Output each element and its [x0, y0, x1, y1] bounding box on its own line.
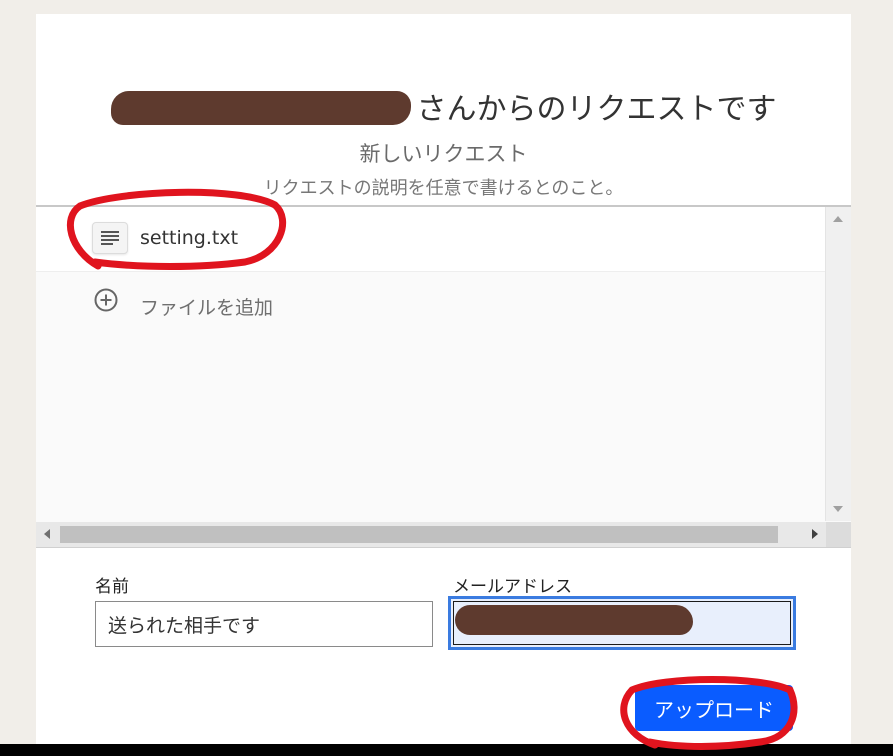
scroll-down-icon[interactable]: [833, 506, 843, 512]
redacted-email: [455, 605, 693, 635]
name-field[interactable]: [95, 601, 433, 647]
title-suffix: さんからのリクエストです: [416, 92, 777, 127]
file-item[interactable]: setting.txt: [36, 207, 826, 272]
text-file-icon: [92, 222, 128, 254]
horizontal-scrollbar[interactable]: [36, 522, 851, 547]
bottom-bar: [0, 744, 893, 756]
request-description: リクエストの説明を任意で書けるとのこと。: [263, 178, 624, 199]
add-file-button[interactable]: ファイルを追加: [36, 277, 826, 337]
add-file-label: ファイルを追加: [140, 297, 274, 319]
upload-button[interactable]: アップロード: [635, 685, 793, 731]
scroll-up-icon[interactable]: [833, 216, 843, 222]
scroll-left-icon[interactable]: [44, 529, 50, 539]
scroll-right-icon[interactable]: [812, 529, 818, 539]
email-label: メールアドレス: [453, 577, 572, 597]
file-name: setting.txt: [140, 227, 239, 249]
request-subtitle: 新しいリクエスト: [359, 142, 528, 166]
page-title: さんからのリクエストです: [36, 84, 851, 128]
plus-circle-icon: [94, 288, 118, 312]
name-label: 名前: [95, 577, 129, 597]
request-panel: さんからのリクエストです 新しいリクエスト リクエストの説明を任意で書けるとのこ…: [36, 14, 851, 744]
scrollbar-corner: [826, 522, 851, 547]
email-field[interactable]: [448, 596, 796, 650]
vertical-scrollbar[interactable]: [825, 207, 851, 521]
file-list: setting.txt ファイルを追加: [36, 205, 851, 548]
redacted-sender-name: [110, 91, 411, 125]
scrollbar-thumb[interactable]: [60, 526, 778, 543]
